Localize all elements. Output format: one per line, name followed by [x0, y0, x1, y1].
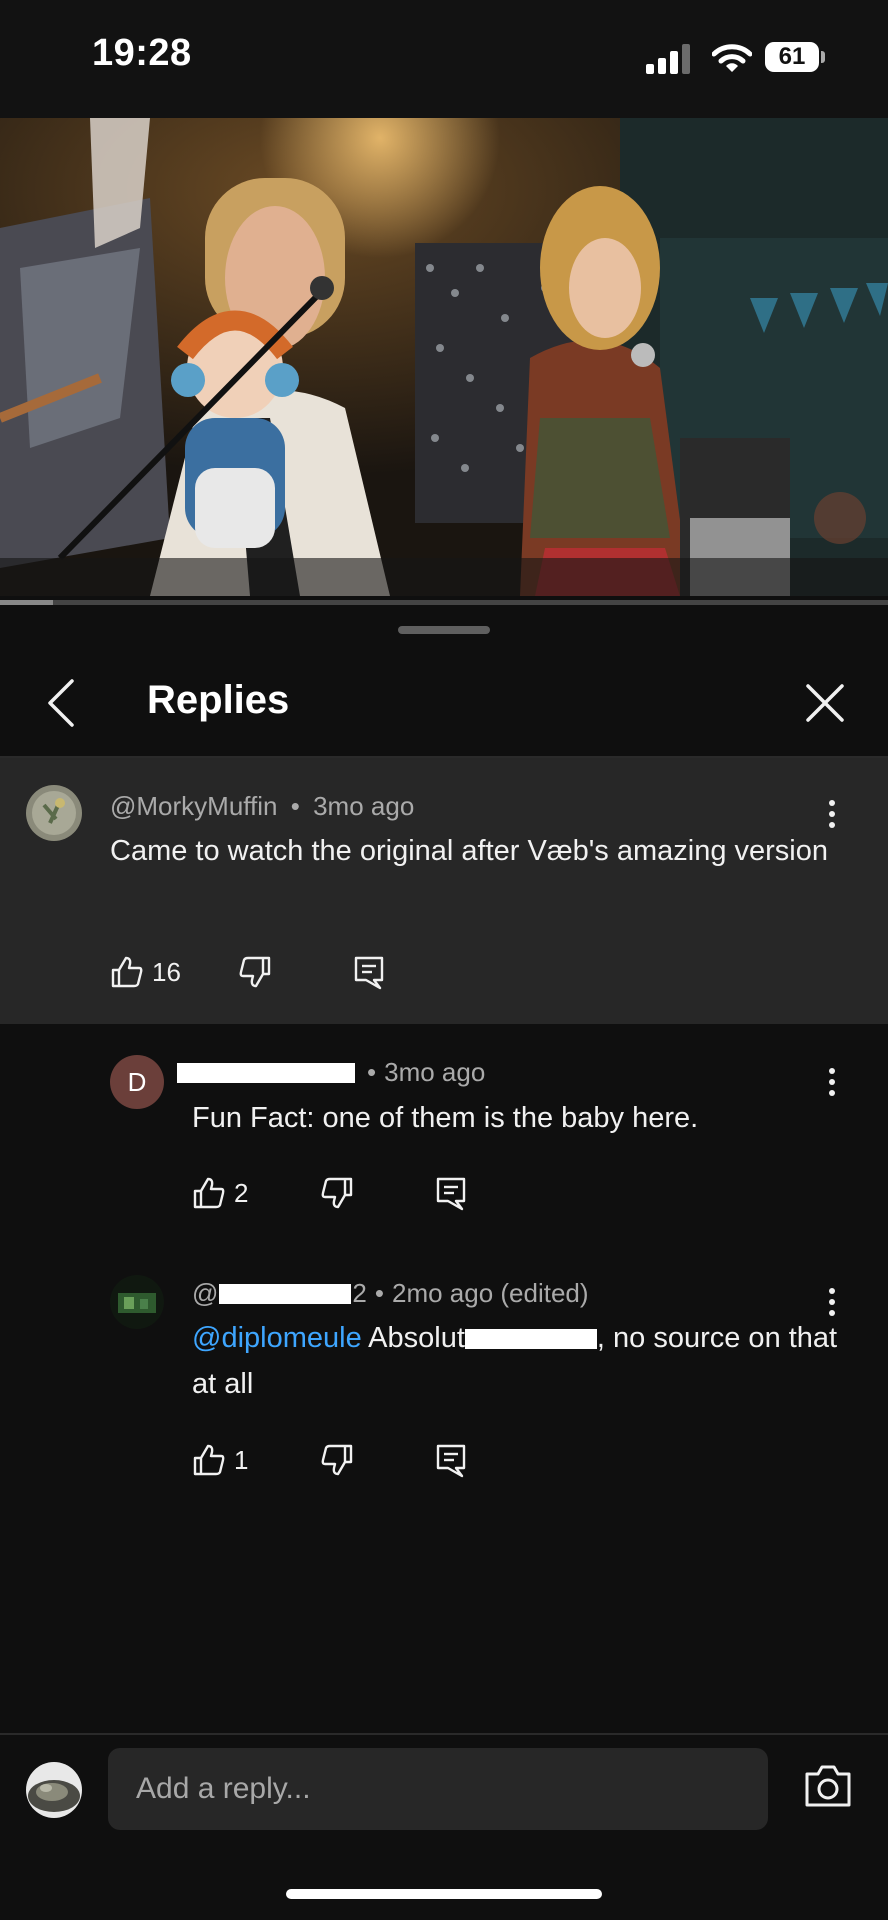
thumb-up-icon [193, 1177, 225, 1209]
reply-button[interactable] [434, 1440, 468, 1480]
video-progress-track[interactable] [0, 600, 888, 605]
like-button[interactable]: 2 [192, 1173, 248, 1213]
reply-input[interactable] [108, 1748, 768, 1830]
battery-icon: 61 [765, 42, 827, 74]
text-before-redaction: Absolut [368, 1322, 465, 1354]
like-button[interactable]: 1 [192, 1440, 248, 1480]
redacted-handle [177, 1062, 355, 1083]
commenter-avatar[interactable] [110, 1275, 164, 1329]
comment-age: 3mo ago [384, 1057, 486, 1087]
reply-bar-divider [0, 1733, 888, 1735]
comment-age: 3mo ago [313, 791, 415, 821]
like-count: 1 [234, 1444, 249, 1475]
thumb-up-icon [193, 1444, 225, 1476]
thumb-down-icon [321, 1444, 353, 1476]
wifi-icon [712, 44, 752, 72]
battery-level: 61 [778, 43, 806, 70]
thumb-down-icon [239, 956, 271, 988]
commenter-avatar[interactable] [26, 785, 82, 841]
like-count: 2 [234, 1177, 249, 1208]
video-progress-fill [0, 600, 54, 605]
sheet-drag-handle[interactable] [398, 626, 490, 634]
thumb-down-icon [321, 1177, 353, 1209]
status-time: 19:28 [92, 32, 192, 74]
comment-meta: • 3mo ago [177, 1057, 485, 1088]
camera-icon[interactable] [803, 1764, 853, 1808]
like-count: 16 [152, 956, 181, 987]
comment-text: Came to watch the original after Væb's a… [110, 835, 828, 867]
close-icon[interactable] [802, 680, 848, 726]
reply-comment-icon [436, 1444, 466, 1478]
letter-avatar[interactable]: D [110, 1055, 164, 1109]
reply-comment-icon [354, 956, 384, 990]
reply-button[interactable] [352, 952, 386, 992]
cellular-signal-icon [646, 44, 690, 74]
comment-handle[interactable]: @MorkyMuffin [110, 791, 278, 821]
comment-meta: @MorkyMuffin • 3mo ago [110, 791, 414, 822]
panel-title: Replies [147, 678, 290, 722]
reply-button[interactable] [434, 1173, 468, 1213]
redacted-text [464, 1329, 597, 1350]
reply-comment-icon [436, 1177, 466, 1211]
meta-separator: • [374, 1278, 384, 1308]
comment-age: 2mo ago (edited) [391, 1278, 589, 1308]
back-chevron-icon[interactable] [42, 675, 82, 731]
video-player[interactable] [0, 118, 888, 596]
comment-text: Fun Fact: one of them is the baby here. [192, 1102, 699, 1134]
comment-text: @diplomeule Absolut, no source on that a… [192, 1315, 842, 1407]
dislike-button[interactable] [320, 1173, 354, 1213]
home-indicator[interactable] [286, 1889, 602, 1899]
avatar-letter: D [127, 1066, 147, 1097]
dislike-button[interactable] [320, 1440, 354, 1480]
handle-end: 2 [352, 1278, 367, 1308]
meta-separator: • [290, 791, 300, 821]
redacted-handle [219, 1283, 352, 1304]
comment-meta: @ 2 • 2mo ago (edited) [192, 1278, 589, 1309]
dislike-button[interactable] [238, 952, 272, 992]
like-button[interactable]: 16 [110, 952, 181, 992]
handle-prefix: @ [192, 1278, 219, 1308]
user-avatar[interactable] [26, 1762, 82, 1818]
mention-link[interactable]: @diplomeule [192, 1322, 362, 1354]
thumb-up-icon [111, 956, 143, 988]
meta-separator: • [367, 1057, 377, 1087]
